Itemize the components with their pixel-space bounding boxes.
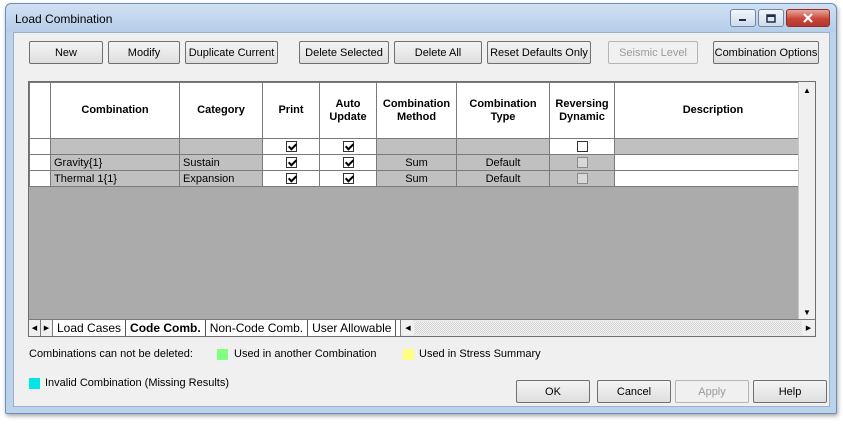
tab-next-arrow-icon[interactable]: ▶ (41, 320, 53, 336)
category-cell[interactable]: Expansion (179, 170, 263, 187)
cannot-delete-label: Combinations can not be deleted: (29, 348, 193, 360)
column-header[interactable]: Reversing Dynamic (549, 82, 615, 139)
method-cell[interactable]: Sum (376, 154, 457, 171)
combination-options-button[interactable]: Combination Options (713, 41, 819, 64)
auto-update-cell (319, 138, 377, 155)
reversing-cell (549, 154, 615, 171)
table-row[interactable]: Thermal 1{1} Expansion Sum Default (29, 170, 812, 187)
used-in-stress-label: Used in Stress Summary (419, 348, 541, 360)
column-header[interactable]: Auto Update (319, 82, 377, 139)
reversing-cell (549, 138, 615, 155)
type-cell[interactable]: Default (456, 170, 550, 187)
cyan-swatch (29, 378, 40, 389)
print-cell (262, 154, 320, 171)
used-in-combination-label: Used in another Combination (234, 348, 377, 360)
reversing-checkbox[interactable] (576, 141, 588, 153)
print-cell (262, 138, 320, 155)
modify-button[interactable]: Modify (108, 41, 180, 64)
column-header[interactable]: Print (262, 82, 320, 139)
description-cell[interactable] (614, 138, 812, 155)
combination-table: Combination Category Print Auto Update C… (29, 82, 812, 187)
table-row[interactable]: Gravity{1} Sustain Sum Default (29, 154, 812, 171)
column-header[interactable]: Combination (50, 82, 180, 139)
green-swatch (217, 349, 228, 360)
column-header[interactable]: Combination Type (456, 82, 550, 139)
auto-update-checkbox[interactable] (342, 157, 354, 169)
scroll-down-arrow-icon[interactable]: ▼ (799, 304, 815, 320)
column-header[interactable]: Category (179, 82, 263, 139)
delete-selected-button[interactable]: Delete Selected (299, 41, 389, 64)
method-cell[interactable]: Sum (376, 170, 457, 187)
seismic-level-button[interactable]: Seismic Level (608, 41, 698, 64)
description-cell[interactable] (614, 170, 812, 187)
combination-cell[interactable]: Gravity{1} (50, 154, 180, 171)
print-checkbox[interactable] (285, 141, 297, 153)
row-header[interactable] (29, 170, 51, 187)
print-cell (262, 170, 320, 187)
combination-cell[interactable] (50, 138, 180, 155)
reversing-checkbox[interactable] (576, 173, 588, 185)
tab-load-cases[interactable]: Load Cases (53, 320, 127, 336)
row-header-corner (29, 82, 51, 139)
minimize-icon (739, 19, 746, 21)
tab-code-comb[interactable]: Code Comb. (126, 320, 206, 336)
scroll-track[interactable] (415, 322, 801, 334)
help-button[interactable]: Help (753, 380, 827, 403)
close-icon (803, 13, 813, 23)
category-cell[interactable]: Sustain (179, 154, 263, 171)
auto-update-checkbox[interactable] (342, 141, 354, 153)
print-checkbox[interactable] (285, 157, 297, 169)
scroll-right-arrow-icon[interactable]: ▶ (802, 320, 815, 335)
column-header[interactable]: Description (614, 82, 812, 139)
scroll-left-arrow-icon[interactable]: ◀ (401, 320, 415, 335)
tab-non-code-comb[interactable]: Non-Code Comb. (206, 320, 309, 336)
scroll-up-arrow-icon[interactable]: ▲ (799, 82, 815, 98)
vertical-scrollbar[interactable]: ▲ ▼ (798, 82, 815, 320)
reversing-checkbox[interactable] (576, 157, 588, 169)
horizontal-scrollbar[interactable]: ◀ ▶ (400, 320, 815, 336)
maximize-button[interactable] (758, 9, 784, 27)
duplicate-current-button[interactable]: Duplicate Current (185, 41, 278, 64)
load-combination-window: Load Combination New Modify Duplicate Cu… (5, 3, 837, 414)
reversing-cell (549, 170, 615, 187)
description-cell[interactable] (614, 154, 812, 171)
delete-all-button[interactable]: Delete All (394, 41, 482, 64)
dialog-client: New Modify Duplicate Current Delete Sele… (13, 32, 830, 407)
auto-update-cell (319, 170, 377, 187)
type-cell[interactable]: Default (456, 154, 550, 171)
title-bar[interactable]: Load Combination (6, 4, 836, 32)
apply-button[interactable]: Apply (675, 380, 749, 403)
type-cell[interactable] (456, 138, 550, 155)
table-row[interactable] (29, 138, 812, 155)
tab-prev-arrow-icon[interactable]: ◀ (29, 320, 41, 336)
window-title: Load Combination (15, 12, 113, 26)
tab-user-allowable[interactable]: User Allowable (308, 320, 397, 336)
table-header-row: Combination Category Print Auto Update C… (29, 82, 812, 139)
invalid-combination-label: Invalid Combination (Missing Results) (45, 377, 230, 389)
method-cell[interactable] (376, 138, 457, 155)
minimize-button[interactable] (730, 9, 756, 27)
row-header[interactable] (29, 138, 51, 155)
new-button[interactable]: New (29, 41, 103, 64)
maximize-icon (766, 13, 776, 23)
row-header[interactable] (29, 154, 51, 171)
sheet-tab-bar: ◀ ▶ Load Cases Code Comb. Non-Code Comb.… (29, 319, 815, 336)
column-header[interactable]: Combination Method (376, 82, 457, 139)
yellow-swatch (403, 349, 414, 360)
reset-defaults-button[interactable]: Reset Defaults Only (487, 41, 591, 64)
print-checkbox[interactable] (285, 173, 297, 185)
close-button[interactable] (786, 9, 830, 27)
cancel-button[interactable]: Cancel (597, 380, 671, 403)
category-cell[interactable] (179, 138, 263, 155)
ok-button[interactable]: OK (516, 380, 590, 403)
combination-grid: Combination Category Print Auto Update C… (28, 81, 816, 337)
auto-update-checkbox[interactable] (342, 173, 354, 185)
auto-update-cell (319, 154, 377, 171)
combination-cell[interactable]: Thermal 1{1} (50, 170, 180, 187)
